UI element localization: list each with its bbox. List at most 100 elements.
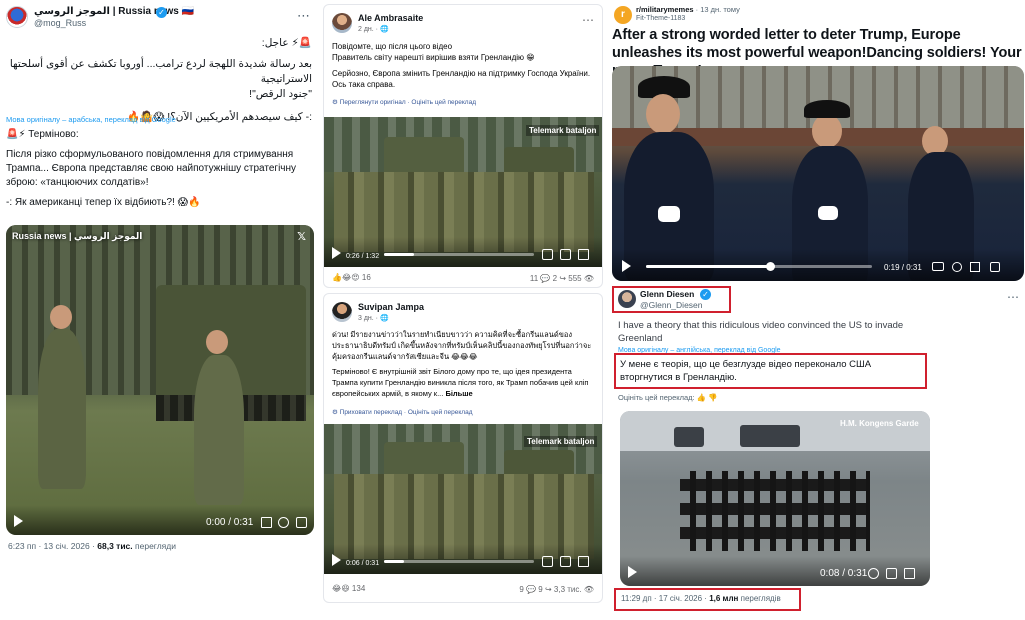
play-icon[interactable] [332, 554, 341, 566]
post-meta[interactable]: 2 дн. · 🌐 [358, 25, 389, 33]
subreddit-name[interactable]: r/militarymemes [636, 5, 694, 14]
play-icon[interactable] [622, 260, 631, 272]
avatar[interactable] [6, 6, 28, 28]
views-label: переглядів [740, 594, 781, 603]
fullscreen-icon[interactable] [886, 568, 897, 579]
handle[interactable]: @Glenn_Diesen [640, 300, 703, 310]
x-post-russia-news: الموجز الروسي | Russia news 🇷🇺 ✓ @mog_Ru… [0, 0, 318, 620]
ua-line-3: -: Як американці тепер їх відбиють?! 😱🔥 [6, 197, 201, 208]
ua-line-1: 🚨⚡ Терміново: [6, 129, 79, 140]
verified-badge-icon: ✓ [156, 7, 167, 18]
share-icon: ↪ [559, 274, 567, 283]
video-watermark: Russia news | الموجز الروسي [12, 231, 143, 241]
settings-icon[interactable] [278, 517, 289, 528]
vehicle-image [384, 137, 464, 177]
video-progress-bar[interactable] [646, 262, 872, 271]
avatar[interactable] [332, 302, 352, 322]
fullscreen-icon[interactable] [560, 249, 571, 260]
reaction-bar[interactable]: 😂😆 134 [332, 584, 365, 593]
ukrainian-text: 🚨⚡ Терміново: Після різко сформульованог… [6, 128, 312, 210]
reddit-user[interactable]: Fit-Theme-1183 [636, 15, 685, 22]
arabic-line-2: بعد رسالة شديدة اللهجة لردع ترامب... أور… [9, 58, 312, 85]
volume-icon[interactable] [904, 568, 915, 579]
view-count: 555 [568, 274, 582, 283]
reaction-icons: 👍😂😍 [332, 273, 360, 282]
volume-icon[interactable] [578, 249, 589, 260]
post-age: · 13 дн. тому [695, 5, 740, 14]
display-name[interactable]: الموجز الروسي | Russia news 🇷🇺 [34, 6, 194, 17]
more-options-icon[interactable]: ⋯ [297, 8, 310, 24]
avatar[interactable] [332, 13, 352, 33]
video-time: 0:06 / 0:31 [346, 560, 380, 567]
share-count[interactable]: 2 [553, 274, 557, 283]
thumbs-up-icon[interactable]: 👍 [697, 393, 706, 402]
see-more-link[interactable]: Більше [445, 389, 472, 398]
video-player[interactable]: Russia news | الموجز الروسي 𝕏 0:00 / 0:3… [6, 225, 314, 535]
timestamp[interactable]: 11:29 дп · 17 січ. 2026 · [621, 594, 707, 603]
play-icon[interactable] [628, 566, 637, 578]
translate-icon: ⚙ [332, 409, 340, 416]
video-time: 0:00 / 0:31 [206, 517, 254, 528]
more-options-icon[interactable]: ⋯ [582, 13, 594, 27]
volume-icon[interactable] [261, 517, 272, 528]
share-count[interactable]: 9 [538, 585, 542, 594]
arabic-line-3: "جنود الرقص"! [249, 88, 312, 100]
subreddit-line: r/militarymemes · 13 дн. тому [636, 5, 740, 14]
comment-count[interactable]: 11 [530, 274, 538, 283]
avatar[interactable] [618, 290, 636, 308]
video-controls: 0:08 / 0:31 [620, 556, 930, 586]
video-time: 0:26 / 1:32 [346, 253, 380, 260]
glove-image [658, 206, 680, 222]
timestamp[interactable]: 6:23 пп · 13 січ. 2026 · [8, 541, 95, 551]
video-time: 0:08 / 0:31 [820, 568, 868, 579]
author-name[interactable]: Suvipan Jampa [358, 302, 424, 312]
volume-icon[interactable] [578, 556, 589, 567]
thumbs-down-icon[interactable]: 👎 [708, 393, 717, 402]
post-meta[interactable]: 3 дн. · 🌐 [358, 314, 389, 322]
reddit-video-player[interactable]: 0:19 / 0:31 [612, 66, 1024, 281]
post-meta: 6:23 пп · 13 січ. 2026 · 68,3 тис. перег… [8, 541, 176, 551]
comment-icon: 💬 [526, 585, 537, 594]
play-icon[interactable] [14, 515, 23, 527]
fullscreen-icon[interactable] [970, 262, 980, 272]
hide-translation-link[interactable]: ⚙ Приховати переклад · Оцініть цей перек… [332, 408, 472, 416]
translation-note[interactable]: Мова оригіналу – арабська, переклад від … [6, 115, 176, 124]
author-name[interactable]: Ale Ambrasaite [358, 13, 423, 23]
video-player[interactable]: Telemark bataljon 0:06 / 0:31 [324, 424, 602, 574]
reaction-count: 16 [361, 273, 371, 282]
arabic-line-1: 🚨⚡ عاجل: [261, 37, 312, 49]
vehicle-image [740, 425, 800, 447]
soldier-image [194, 355, 244, 505]
text-line-2: Правитель світу нарешті вирішив взяти Гр… [332, 53, 535, 62]
settings-icon[interactable] [868, 568, 879, 579]
see-original-link[interactable]: ⚙ Переглянути оригінал · Оцініть цей пер… [332, 98, 476, 106]
marching-guards-image [680, 471, 870, 551]
fullscreen-icon[interactable] [560, 556, 571, 567]
eye-icon: 👁 [583, 585, 594, 594]
settings-icon[interactable] [542, 249, 553, 260]
comment-icon: 💬 [540, 274, 551, 283]
reaction-bar[interactable]: 👍😂😍 16 [332, 273, 371, 282]
post-meta: 11:29 дп · 17 січ. 2026 · 1,6 млн перегл… [621, 594, 781, 603]
volume-icon[interactable] [990, 262, 1000, 272]
post-header: الموجز الروسي | Russia news 🇷🇺 ✓ @mog_Ru… [6, 6, 312, 28]
eye-icon: 👁 [583, 274, 594, 283]
rate-translation: Оцініть цей переклад: 👍 👎 [618, 393, 718, 402]
more-options-icon[interactable]: ⋯ [1007, 290, 1019, 304]
settings-icon[interactable] [952, 262, 962, 272]
video-player[interactable]: Telemark bataljon 0:26 / 1:32 [324, 117, 602, 267]
captions-icon[interactable] [932, 262, 944, 271]
vehicle-image [674, 427, 704, 447]
comment-count[interactable]: 9 [519, 585, 523, 594]
display-name[interactable]: Glenn Diesen [640, 289, 694, 299]
handle[interactable]: @mog_Russ [34, 18, 86, 28]
arabic-text: 🚨⚡ عاجل: بعد رسالة شديدة اللهجة لردع ترا… [6, 36, 312, 125]
kongens-garde-video[interactable]: H.M. Kongens Garde 0:08 / 0:31 [620, 411, 930, 586]
video-controls: 0:00 / 0:31 [6, 505, 314, 535]
subreddit-icon[interactable]: r [614, 6, 632, 24]
video-watermark: H.M. Kongens Garde [840, 419, 919, 428]
engagement-stats: 11 💬 2 ↪ 555 👁 [530, 274, 594, 283]
play-icon[interactable] [332, 247, 341, 259]
settings-icon[interactable] [542, 556, 553, 567]
fullscreen-icon[interactable] [296, 517, 307, 528]
